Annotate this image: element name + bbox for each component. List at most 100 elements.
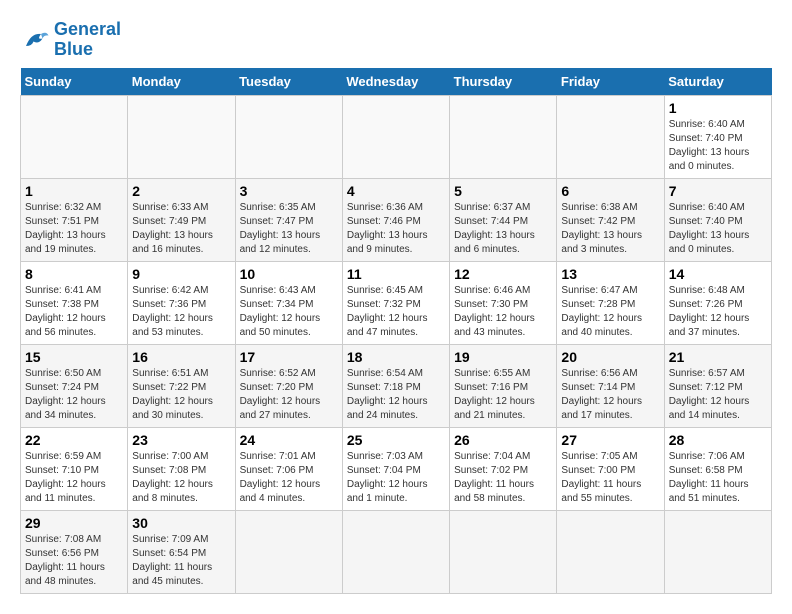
sunrise-label: Sunrise: 6:56 AM [561,368,637,379]
sunset-label: Sunset: 7:44 PM [454,216,528,227]
sunrise-label: Sunrise: 6:36 AM [347,202,423,213]
daylight-label: Daylight: 13 hours and 0 minutes. [669,230,750,255]
days-of-week-row: SundayMondayTuesdayWednesdayThursdayFrid… [21,68,772,96]
day-info: Sunrise: 7:08 AM Sunset: 6:56 PM Dayligh… [25,533,123,589]
daylight-label: Daylight: 11 hours and 45 minutes. [132,562,212,587]
day-info: Sunrise: 6:51 AM Sunset: 7:22 PM Dayligh… [132,367,230,423]
day-of-week-header: Sunday [21,68,128,96]
day-number: 7 [669,183,767,199]
day-number: 13 [561,266,659,282]
calendar-body: 1 Sunrise: 6:40 AM Sunset: 7:40 PM Dayli… [21,95,772,593]
calendar-day-cell [557,95,664,178]
calendar-day-cell [235,95,342,178]
sunset-label: Sunset: 7:28 PM [561,299,635,310]
sunset-label: Sunset: 7:18 PM [347,382,421,393]
day-number: 5 [454,183,552,199]
calendar-day-cell [664,510,771,593]
calendar-day-cell: 17 Sunrise: 6:52 AM Sunset: 7:20 PM Dayl… [235,344,342,427]
calendar-day-cell [557,510,664,593]
day-number: 2 [132,183,230,199]
calendar-day-cell: 23 Sunrise: 7:00 AM Sunset: 7:08 PM Dayl… [128,427,235,510]
day-info: Sunrise: 6:42 AM Sunset: 7:36 PM Dayligh… [132,284,230,340]
daylight-label: Daylight: 12 hours and 14 minutes. [669,396,750,421]
sunset-label: Sunset: 7:24 PM [25,382,99,393]
day-info: Sunrise: 6:48 AM Sunset: 7:26 PM Dayligh… [669,284,767,340]
day-number: 26 [454,432,552,448]
page-header: General Blue [20,20,772,60]
calendar-day-cell: 26 Sunrise: 7:04 AM Sunset: 7:02 PM Dayl… [450,427,557,510]
day-number: 12 [454,266,552,282]
day-number: 9 [132,266,230,282]
calendar-day-cell: 9 Sunrise: 6:42 AM Sunset: 7:36 PM Dayli… [128,261,235,344]
calendar-day-cell: 25 Sunrise: 7:03 AM Sunset: 7:04 PM Dayl… [342,427,449,510]
calendar-week-row: 8 Sunrise: 6:41 AM Sunset: 7:38 PM Dayli… [21,261,772,344]
day-of-week-header: Thursday [450,68,557,96]
calendar-week-row: 1 Sunrise: 6:32 AM Sunset: 7:51 PM Dayli… [21,178,772,261]
daylight-label: Daylight: 13 hours and 9 minutes. [347,230,428,255]
day-number: 1 [25,183,123,199]
calendar-day-cell: 19 Sunrise: 6:55 AM Sunset: 7:16 PM Dayl… [450,344,557,427]
daylight-label: Daylight: 12 hours and 40 minutes. [561,313,642,338]
day-info: Sunrise: 6:35 AM Sunset: 7:47 PM Dayligh… [240,201,338,257]
calendar-day-cell: 13 Sunrise: 6:47 AM Sunset: 7:28 PM Dayl… [557,261,664,344]
daylight-label: Daylight: 12 hours and 50 minutes. [240,313,321,338]
calendar-day-cell: 15 Sunrise: 6:50 AM Sunset: 7:24 PM Dayl… [21,344,128,427]
calendar-week-row: 29 Sunrise: 7:08 AM Sunset: 6:56 PM Dayl… [21,510,772,593]
day-number: 23 [132,432,230,448]
sunrise-label: Sunrise: 7:06 AM [669,451,745,462]
calendar-day-cell: 1 Sunrise: 6:40 AM Sunset: 7:40 PM Dayli… [664,95,771,178]
daylight-label: Daylight: 13 hours and 16 minutes. [132,230,213,255]
sunrise-label: Sunrise: 6:40 AM [669,119,745,130]
day-info: Sunrise: 7:03 AM Sunset: 7:04 PM Dayligh… [347,450,445,506]
calendar-day-cell: 27 Sunrise: 7:05 AM Sunset: 7:00 PM Dayl… [557,427,664,510]
day-number: 18 [347,349,445,365]
daylight-label: Daylight: 12 hours and 43 minutes. [454,313,535,338]
daylight-label: Daylight: 12 hours and 24 minutes. [347,396,428,421]
daylight-label: Daylight: 13 hours and 19 minutes. [25,230,106,255]
daylight-label: Daylight: 13 hours and 3 minutes. [561,230,642,255]
daylight-label: Daylight: 12 hours and 27 minutes. [240,396,321,421]
day-of-week-header: Wednesday [342,68,449,96]
calendar-day-cell: 11 Sunrise: 6:45 AM Sunset: 7:32 PM Dayl… [342,261,449,344]
sunrise-label: Sunrise: 7:00 AM [132,451,208,462]
day-info: Sunrise: 6:38 AM Sunset: 7:42 PM Dayligh… [561,201,659,257]
sunrise-label: Sunrise: 6:57 AM [669,368,745,379]
day-info: Sunrise: 6:33 AM Sunset: 7:49 PM Dayligh… [132,201,230,257]
daylight-label: Daylight: 12 hours and 53 minutes. [132,313,213,338]
sunset-label: Sunset: 7:40 PM [669,133,743,144]
calendar-header: SundayMondayTuesdayWednesdayThursdayFrid… [21,68,772,96]
sunrise-label: Sunrise: 6:48 AM [669,285,745,296]
sunset-label: Sunset: 7:32 PM [347,299,421,310]
daylight-label: Daylight: 11 hours and 48 minutes. [25,562,105,587]
sunset-label: Sunset: 7:10 PM [25,465,99,476]
day-info: Sunrise: 6:43 AM Sunset: 7:34 PM Dayligh… [240,284,338,340]
sunset-label: Sunset: 7:02 PM [454,465,528,476]
sunset-label: Sunset: 7:34 PM [240,299,314,310]
sunrise-label: Sunrise: 6:46 AM [454,285,530,296]
sunrise-label: Sunrise: 6:50 AM [25,368,101,379]
calendar-day-cell [21,95,128,178]
calendar-day-cell: 24 Sunrise: 7:01 AM Sunset: 7:06 PM Dayl… [235,427,342,510]
calendar-day-cell: 7 Sunrise: 6:40 AM Sunset: 7:40 PM Dayli… [664,178,771,261]
day-info: Sunrise: 6:47 AM Sunset: 7:28 PM Dayligh… [561,284,659,340]
day-info: Sunrise: 6:45 AM Sunset: 7:32 PM Dayligh… [347,284,445,340]
day-number: 19 [454,349,552,365]
sunrise-label: Sunrise: 6:47 AM [561,285,637,296]
sunset-label: Sunset: 6:58 PM [669,465,743,476]
sunrise-label: Sunrise: 6:42 AM [132,285,208,296]
day-number: 30 [132,515,230,531]
daylight-label: Daylight: 12 hours and 56 minutes. [25,313,106,338]
sunrise-label: Sunrise: 6:40 AM [669,202,745,213]
day-info: Sunrise: 6:56 AM Sunset: 7:14 PM Dayligh… [561,367,659,423]
sunrise-label: Sunrise: 6:43 AM [240,285,316,296]
sunrise-label: Sunrise: 6:55 AM [454,368,530,379]
calendar-week-row: 1 Sunrise: 6:40 AM Sunset: 7:40 PM Dayli… [21,95,772,178]
sunrise-label: Sunrise: 7:01 AM [240,451,316,462]
sunrise-label: Sunrise: 7:03 AM [347,451,423,462]
day-number: 4 [347,183,445,199]
day-of-week-header: Tuesday [235,68,342,96]
calendar-day-cell: 5 Sunrise: 6:37 AM Sunset: 7:44 PM Dayli… [450,178,557,261]
logo-text: General Blue [54,20,121,60]
sunrise-label: Sunrise: 6:59 AM [25,451,101,462]
sunrise-label: Sunrise: 6:51 AM [132,368,208,379]
